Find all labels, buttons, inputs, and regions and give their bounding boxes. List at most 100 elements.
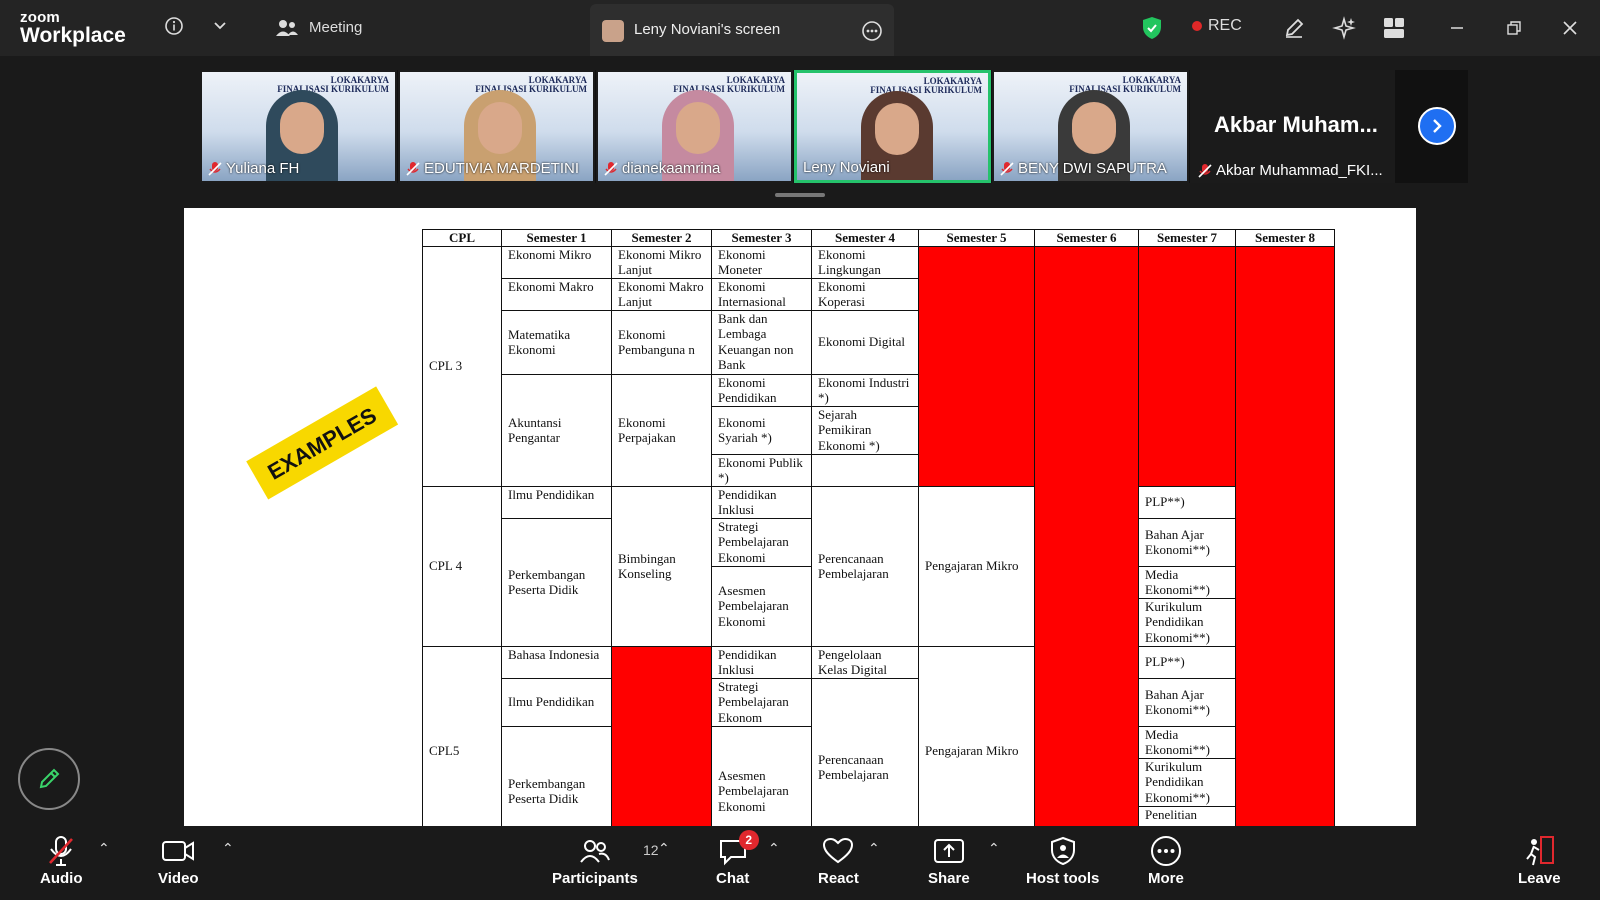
participant-tile[interactable]: LOKAKARYA FINALISASI KURIKULUM Yuliana FH bbox=[200, 70, 397, 183]
table-header-row: CPL Semester 1 Semester 2 Semester 3 Sem… bbox=[422, 229, 1335, 247]
participant-face bbox=[676, 102, 720, 154]
course-cell: Ekonomi Koperasi bbox=[811, 277, 919, 311]
chevron-down-icon[interactable] bbox=[208, 14, 232, 38]
leave-button[interactable]: Leave bbox=[1518, 834, 1561, 887]
screen-tab-label: Leny Noviani's screen bbox=[634, 21, 781, 38]
course-cell: Perkembangan Peserta Didik bbox=[501, 517, 612, 647]
annotate-button[interactable] bbox=[18, 748, 80, 810]
participant-tile[interactable]: LOKAKARYA FINALISASI KURIKULUM dianekaamr… bbox=[596, 70, 793, 183]
zoom-window: zoom Workplace Meeting Leny Noviani's sc… bbox=[0, 0, 1600, 900]
screen-share-tab[interactable]: Leny Noviani's screen bbox=[590, 4, 894, 56]
meeting-label[interactable]: Meeting bbox=[309, 19, 362, 36]
course-cell: Ekonomi Pendidikan bbox=[711, 373, 812, 407]
react-button[interactable]: React bbox=[818, 834, 859, 887]
pencil-icon bbox=[39, 768, 60, 789]
chat-label: Chat bbox=[716, 870, 750, 887]
video-button[interactable]: Video bbox=[158, 834, 199, 887]
participant-face bbox=[280, 102, 324, 154]
share-options-caret[interactable]: ⌃ bbox=[988, 840, 1000, 857]
participant-tile-active-speaker[interactable]: LOKAKARYA FINALISASI KURIKULUM Leny Novia… bbox=[794, 70, 991, 183]
more-button[interactable]: More bbox=[1148, 834, 1184, 887]
participants-label: Participants bbox=[552, 870, 638, 887]
course-cell: Bahasa Indonesia bbox=[501, 645, 612, 679]
participants-button[interactable]: 12 Participants bbox=[552, 834, 659, 887]
annotate-pen-icon[interactable] bbox=[1280, 14, 1308, 42]
table-row: CPL 3 Ekonomi Mikro Ekonomi Mikro Lanjut… bbox=[422, 245, 1335, 828]
more-options-icon[interactable] bbox=[860, 19, 884, 43]
table-row: CPL 4 Ilmu Pendidikan Bimbingan Konselin… bbox=[422, 485, 1335, 647]
restore-icon[interactable] bbox=[1502, 16, 1526, 40]
header-cell: Semester 5 bbox=[918, 229, 1035, 247]
mic-muted-icon bbox=[46, 834, 76, 868]
course-cell: Bimbingan Konseling bbox=[611, 485, 712, 647]
minimize-icon[interactable] bbox=[1445, 16, 1469, 40]
course-cell: Media Ekonomi**) bbox=[1138, 725, 1236, 759]
presenter-avatar bbox=[602, 20, 624, 42]
strip-next-button[interactable] bbox=[1418, 107, 1456, 145]
video-options-caret[interactable]: ⌃ bbox=[222, 840, 234, 857]
participant-tile[interactable]: LOKAKARYA FINALISASI KURIKULUM EDUTIVIA M… bbox=[398, 70, 595, 183]
participant-name: EDUTIVIA MARDETINI bbox=[406, 160, 579, 177]
security-shield-icon[interactable] bbox=[1140, 15, 1164, 41]
chat-button[interactable]: 2 Chat bbox=[716, 830, 759, 887]
participant-name: Yuliana FH bbox=[208, 160, 299, 177]
meeting-people-icon[interactable] bbox=[274, 16, 300, 40]
header-cell: Semester 3 bbox=[711, 229, 812, 247]
course-cell: Media Ekonomi**) bbox=[1138, 565, 1236, 599]
course-cell: Perencanaan Pembelajaran bbox=[811, 485, 919, 647]
logo-line2: Workplace bbox=[20, 24, 126, 47]
top-bar: zoom Workplace Meeting Leny Noviani's sc… bbox=[0, 0, 1600, 56]
course-cell: Pengajaran Mikro bbox=[918, 485, 1035, 647]
course-cell: Akuntansi Pengantar bbox=[501, 373, 612, 487]
audio-options-caret[interactable]: ⌃ bbox=[98, 840, 110, 857]
cpl-cell: CPL 4 bbox=[422, 485, 502, 647]
course-cell: Ekonomi Mikro bbox=[501, 245, 612, 279]
chat-bubble-icon: 2 bbox=[717, 830, 759, 868]
mic-muted-icon bbox=[208, 161, 222, 176]
chat-options-caret[interactable]: ⌃ bbox=[768, 840, 780, 857]
course-cell: Bahan Ajar Ekonomi**) bbox=[1138, 517, 1236, 567]
host-tools-button[interactable]: Host tools bbox=[1026, 834, 1099, 887]
course-cell: Bank dan Lembaga Keuangan non Bank bbox=[711, 309, 812, 375]
participants-icon: 12 bbox=[579, 834, 659, 868]
course-cell: Ekonomi Perpajakan bbox=[611, 373, 712, 487]
chevron-right-icon bbox=[1433, 119, 1442, 133]
chat-unread-badge: 2 bbox=[738, 830, 759, 850]
participants-options-caret[interactable]: ⌃ bbox=[658, 840, 670, 857]
course-cell: Sejarah Pemikiran Ekonomi *) bbox=[811, 405, 919, 455]
examples-sticker: EXAMPLES bbox=[241, 373, 415, 514]
cpl-cell: CPL 3 bbox=[422, 245, 502, 487]
empty-red-cell bbox=[918, 245, 1035, 487]
info-icon[interactable] bbox=[162, 14, 186, 38]
strip-drag-handle[interactable] bbox=[775, 193, 825, 197]
heart-icon bbox=[822, 834, 854, 868]
participant-face bbox=[1072, 102, 1116, 154]
course-cell: Kurikulum Pendidikan Ekonomi**) bbox=[1138, 757, 1236, 807]
shared-screen-content: EXAMPLES CPL Semester 1 Semester 2 Semes… bbox=[184, 208, 1416, 828]
react-options-caret[interactable]: ⌃ bbox=[868, 840, 880, 857]
meeting-controls: Audio ⌃ Video ⌃ 12 Participants ⌃ 2 Chat… bbox=[0, 826, 1600, 900]
course-cell: Ekonomi Mikro Lanjut bbox=[611, 245, 712, 279]
header-cell: CPL bbox=[422, 229, 502, 247]
ai-companion-icon[interactable] bbox=[1330, 14, 1358, 42]
recording-indicator[interactable]: REC bbox=[1192, 17, 1242, 35]
video-label: Video bbox=[158, 870, 199, 887]
participant-strip: LOKAKARYA FINALISASI KURIKULUM Yuliana FH… bbox=[200, 70, 1468, 183]
participant-face bbox=[478, 102, 522, 154]
close-icon[interactable] bbox=[1558, 16, 1582, 40]
course-cell: Ekonomi Publik *) bbox=[711, 453, 812, 487]
header-cell: Semester 6 bbox=[1034, 229, 1139, 247]
audio-button[interactable]: Audio bbox=[40, 834, 83, 887]
participant-name: Leny Noviani bbox=[803, 159, 890, 176]
course-cell: Ekonomi Industri *) bbox=[811, 373, 919, 407]
course-cell: Perkembangan Peserta Didik bbox=[501, 725, 612, 828]
empty-cell bbox=[811, 453, 919, 487]
empty-red-cell bbox=[1138, 245, 1236, 487]
course-cell: Ekonomi Digital bbox=[811, 309, 919, 375]
apps-grid-icon[interactable] bbox=[1380, 14, 1408, 42]
share-button[interactable]: Share bbox=[928, 834, 970, 887]
course-cell: PLP**) bbox=[1138, 485, 1236, 519]
participant-tile[interactable]: LOKAKARYA FINALISASI KURIKULUM BENY DWI S… bbox=[992, 70, 1189, 183]
participant-tile-no-video[interactable]: Akbar Muham... Akbar Muhammad_FKI... bbox=[1190, 70, 1395, 183]
course-cell: Asesmen Pembelajaran Ekonomi bbox=[711, 725, 812, 828]
